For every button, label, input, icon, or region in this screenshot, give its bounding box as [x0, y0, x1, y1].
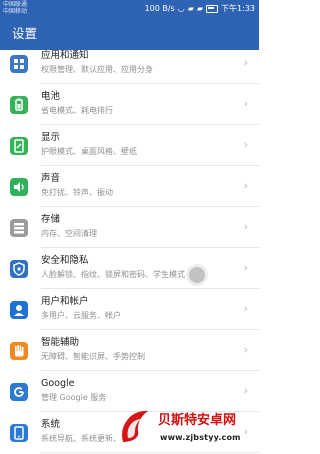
setting-sound[interactable]: 声音 免打扰、铃声、振动 ›	[0, 166, 259, 207]
setting-subtitle: 护眼模式、桌面风格、壁纸	[41, 147, 137, 156]
apps-icon	[10, 55, 28, 73]
setting-smart-assistance[interactable]: 智能辅助 无障碍、智能识屏、手势控制 ›	[0, 330, 259, 371]
chevron-right-icon: ›	[243, 56, 248, 69]
setting-security-and-privacy[interactable]: 安全和隐私 人脸解锁、指纹、锁屏和密码、学生模式 ›	[0, 248, 259, 289]
setting-title: Google	[41, 378, 75, 389]
chevron-right-icon: ›	[243, 138, 248, 151]
shield-icon	[10, 260, 28, 278]
page-title: 设置	[12, 26, 38, 41]
setting-subtitle: 内存、空间清理	[41, 229, 97, 238]
setting-title: 显示	[41, 132, 61, 143]
battery-icon	[206, 4, 219, 13]
chevron-right-icon: ›	[243, 220, 248, 233]
wifi-icon: ◡	[177, 4, 185, 13]
setting-title: 用户和帐户	[41, 296, 89, 307]
setting-apps-and-notifications[interactable]: 应用和通知 权限管理、默认应用、应用分身 ›	[0, 43, 259, 84]
carrier-line-2: 中国移动	[3, 8, 28, 15]
chevron-right-icon: ›	[243, 384, 248, 397]
setting-title: 声音	[41, 173, 61, 184]
setting-users-and-accounts[interactable]: 用户和帐户 多用户、云服务、帐户 ›	[0, 289, 259, 330]
status-right: 100 B/s ◡ ▰ ▰ 下午1:33	[145, 4, 255, 13]
battery-setting-icon	[10, 96, 28, 114]
google-icon	[10, 383, 28, 401]
hand-icon	[10, 342, 28, 360]
setting-subtitle: 无障碍、智能识屏、手势控制	[41, 352, 145, 361]
setting-subtitle: 管理 Google 服务	[41, 393, 107, 402]
touch-indicator	[186, 264, 208, 286]
chevron-right-icon: ›	[243, 302, 248, 315]
setting-subtitle: 多用户、云服务、帐户	[41, 311, 121, 320]
setting-title: 存储	[41, 214, 61, 225]
setting-display[interactable]: 显示 护眼模式、桌面风格、壁纸 ›	[0, 125, 259, 166]
setting-subtitle: 省电模式、耗电排行	[41, 106, 113, 115]
setting-subtitle: 人脸解锁、指纹、锁屏和密码、学生模式	[41, 270, 185, 279]
watermark: 贝斯特安卓网 www.zjbstyy.com	[109, 402, 259, 454]
watermark-url: www.zjbstyy.com	[160, 433, 241, 442]
network-speed: 100 B/s	[144, 4, 175, 13]
setting-title: 智能辅助	[41, 337, 80, 348]
setting-title: 应用和通知	[41, 50, 89, 61]
chevron-right-icon: ›	[243, 97, 248, 110]
display-icon	[10, 137, 28, 155]
setting-storage[interactable]: 存储 内存、空间清理 ›	[0, 207, 259, 248]
user-icon	[10, 301, 28, 319]
watermark-logo	[122, 410, 148, 442]
setting-title: 安全和隐私	[41, 255, 89, 266]
status-bar: 中国联通 中国移动 100 B/s ◡ ▰ ▰ 下午1:33	[0, 0, 259, 17]
signal-icon-2: ▰	[196, 4, 204, 13]
carrier-line-1: 中国联通	[3, 1, 28, 8]
chevron-right-icon: ›	[243, 261, 248, 274]
settings-list: 应用和通知 权限管理、默认应用、应用分身 › 电池 省电模式、耗电排行 › 显示…	[0, 43, 259, 453]
setting-title: 电池	[41, 91, 61, 102]
clock: 下午1:33	[221, 4, 255, 13]
watermark-title: 贝斯特安卓网	[158, 413, 237, 428]
setting-battery[interactable]: 电池 省电模式、耗电排行 ›	[0, 84, 259, 125]
system-icon	[10, 424, 28, 442]
chevron-right-icon: ›	[243, 179, 248, 192]
setting-subtitle: 权限管理、默认应用、应用分身	[41, 65, 153, 74]
setting-subtitle: 免打扰、铃声、振动	[41, 188, 113, 197]
chevron-right-icon: ›	[243, 343, 248, 356]
storage-icon	[10, 219, 28, 237]
sound-icon	[10, 178, 28, 196]
signal-icon: ▰	[187, 4, 194, 13]
setting-title: 系统	[41, 419, 61, 430]
carrier-info: 中国联通 中国移动	[3, 1, 27, 15]
